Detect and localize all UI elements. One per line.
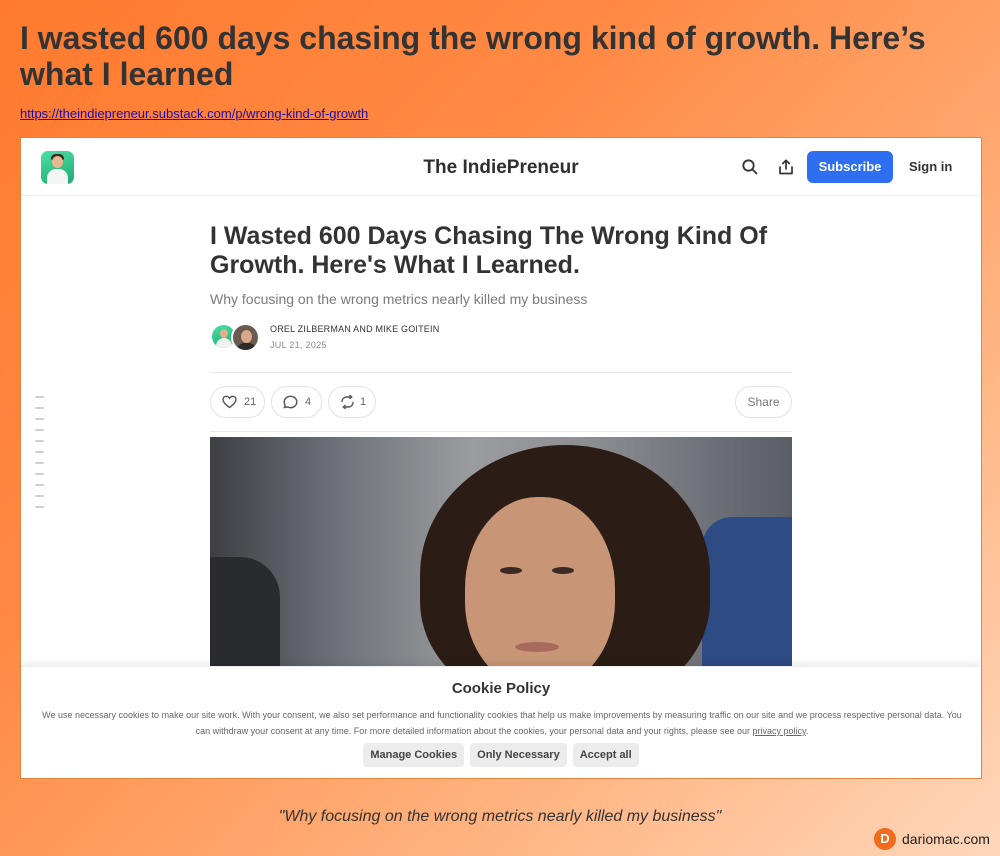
accept-all-button[interactable]: Accept all [572, 743, 639, 767]
dariomac-logo-icon: D [874, 828, 896, 850]
cookie-text: We use necessary cookies to make our sit… [35, 707, 969, 739]
page-title: I wasted 600 days chasing the wrong kind… [20, 20, 926, 92]
comment-count: 4 [305, 396, 312, 408]
like-count: 21 [244, 396, 257, 408]
heart-icon [222, 395, 237, 409]
search-icon[interactable] [741, 158, 759, 176]
subscribe-button[interactable]: Subscribe [807, 151, 893, 183]
privacy-policy-link[interactable]: privacy policy [752, 726, 805, 736]
comment-icon [283, 395, 298, 409]
divider [210, 431, 792, 432]
publish-date: JUL 21, 2025 [270, 340, 327, 350]
restack-icon [341, 395, 354, 409]
article-header: I Wasted 600 Days Chasing The Wrong Kind… [210, 222, 792, 432]
cookie-text-end: . [805, 726, 809, 736]
author-names[interactable]: OREL ZILBERMAN AND MIKE GOITEIN [270, 324, 439, 334]
byline: OREL ZILBERMAN AND MIKE GOITEIN JUL 21, … [210, 322, 792, 354]
article-subtitle: Why focusing on the wrong metrics nearly… [210, 291, 588, 307]
share-icon[interactable] [777, 158, 795, 176]
restack-count: 1 [360, 396, 367, 408]
cookie-buttons: Manage Cookies Only Necessary Accept all [21, 743, 981, 767]
hero-image[interactable] [210, 437, 792, 677]
screenshot-frame: The IndiePreneur Subscribe Sign in I Was… [20, 137, 982, 779]
watermark-text: dariomac.com [902, 831, 990, 847]
only-necessary-button[interactable]: Only Necessary [470, 743, 567, 767]
restack-button[interactable]: 1 [328, 386, 376, 418]
manage-cookies-button[interactable]: Manage Cookies [363, 743, 465, 767]
share-button[interactable]: Share [735, 386, 792, 418]
author-avatar[interactable] [231, 323, 260, 352]
cookie-banner: Cookie Policy We use necessary cookies t… [21, 666, 981, 778]
site-navbar: The IndiePreneur Subscribe Sign in [21, 138, 981, 196]
cookie-title: Cookie Policy [451, 680, 551, 697]
quote-caption: "Why focusing on the wrong metrics nearl… [278, 808, 722, 825]
sign-in-link[interactable]: Sign in [909, 159, 952, 174]
cookie-body: We use necessary cookies to make our sit… [42, 710, 962, 736]
post-actions: 21 4 1 Share [210, 373, 792, 431]
like-button[interactable]: 21 [210, 386, 265, 418]
comment-button[interactable]: 4 [271, 386, 322, 418]
source-link[interactable]: https://theindiepreneur.substack.com/p/w… [20, 106, 368, 121]
article-title: I Wasted 600 Days Chasing The Wrong Kind… [210, 222, 768, 279]
table-of-contents-marker[interactable] [35, 396, 44, 517]
